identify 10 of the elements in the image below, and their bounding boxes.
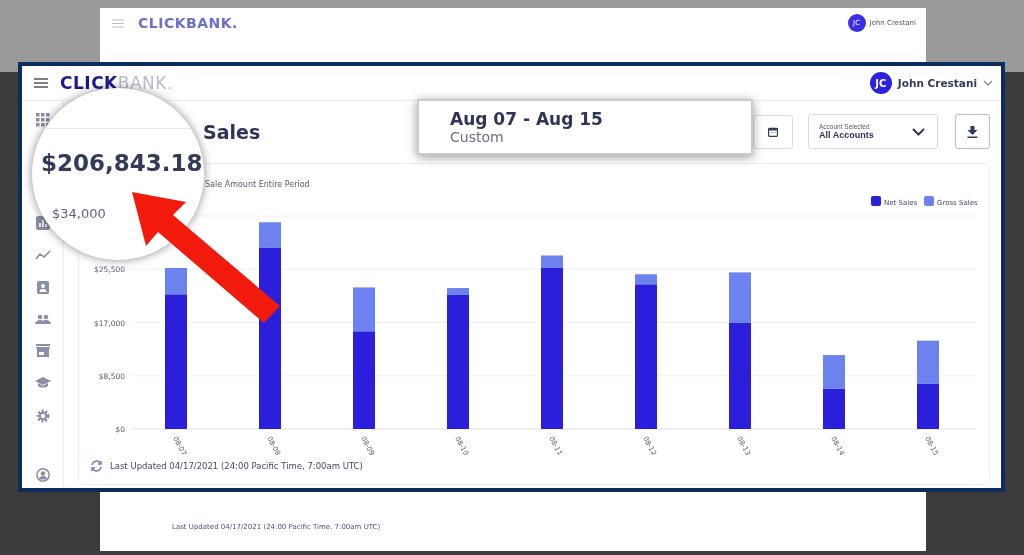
page-title: Sales (203, 120, 261, 143)
logo[interactable]: CLICKBANK. (60, 73, 173, 93)
last-updated-text: Last Updated 04/17/2021 (24:00 Pacific Time, 7:00am UTC) (110, 460, 363, 471)
logo: CLICKBANK. (138, 15, 238, 31)
total-sales-value: $206,843.18 (41, 150, 203, 176)
magnified-axis-label: $34,000 (52, 206, 106, 221)
date-preset-text: Custom (450, 129, 505, 145)
date-range-text: Aug 07 - Aug 15 (450, 109, 604, 129)
avatar[interactable]: JC (869, 72, 892, 94)
user-name[interactable]: John Crestani (897, 77, 977, 89)
